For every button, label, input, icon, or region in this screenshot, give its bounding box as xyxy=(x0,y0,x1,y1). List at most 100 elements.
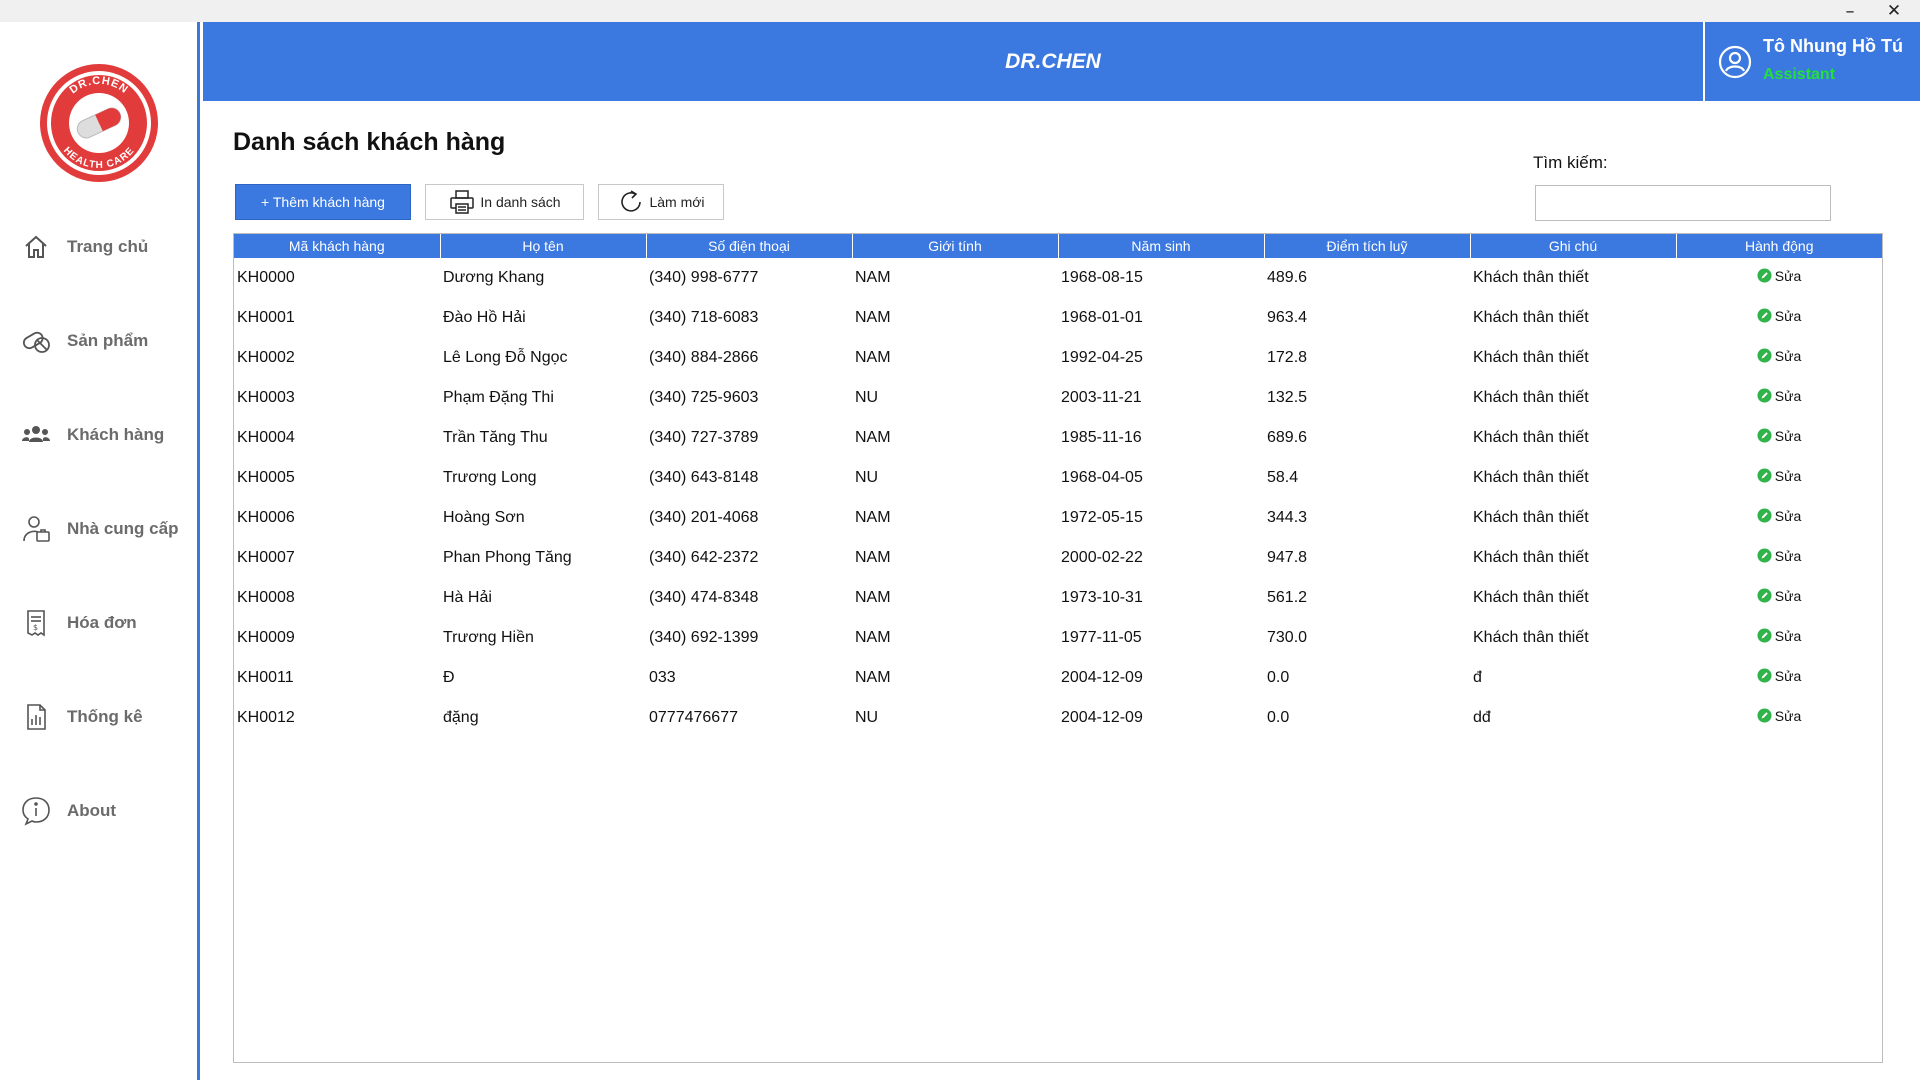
edit-icon xyxy=(1757,268,1772,283)
cell-phone: (340) 884-2866 xyxy=(649,349,759,366)
sidebar-item-home[interactable]: Trang chủ xyxy=(18,227,198,267)
table-row[interactable]: KH0011 Đ 033 NAM 2004-12-09 0.0 đ Sửa xyxy=(234,658,1882,698)
edit-button[interactable]: Sửa xyxy=(1757,428,1801,444)
cell-full-name: Trương Long xyxy=(443,469,537,486)
col-full-name-header[interactable]: Họ tên xyxy=(440,234,647,258)
edit-button[interactable]: Sửa xyxy=(1757,588,1801,604)
col-action-header[interactable]: Hành động xyxy=(1676,234,1882,258)
sidebar-item-label: About xyxy=(67,801,117,820)
sidebar-item-about[interactable]: About xyxy=(18,791,198,831)
cell-gender: NAM xyxy=(855,429,891,446)
edit-button[interactable]: Sửa xyxy=(1757,667,1802,684)
user-icon xyxy=(1718,45,1752,79)
user-panel[interactable]: Tô Nhung Hồ Tú Assistant xyxy=(1703,22,1920,101)
col-points-header[interactable]: Điểm tích luỹ xyxy=(1264,234,1471,258)
cell-full-name: Lê Long Đỗ Ngọc xyxy=(443,349,568,366)
edit-button[interactable]: Sửa xyxy=(1757,387,1802,404)
table-row[interactable]: KH0000 Dương Khang (340) 998-6777 NAM 1968-0… xyxy=(234,258,1882,298)
cell-note: dđ xyxy=(1473,709,1491,726)
cell-customer-id: KH0009 xyxy=(237,629,295,646)
table-row[interactable]: KH0004 Trần Tăng Thu (340) 727-3789 NAM 1985… xyxy=(234,418,1882,458)
cell-phone: 0777476677 xyxy=(649,709,738,726)
search-input[interactable] xyxy=(1535,185,1831,221)
cell-points: 489.6 xyxy=(1267,269,1308,286)
edit-icon xyxy=(1757,388,1772,403)
table-row[interactable]: KH0002 Lê Long Đỗ Ngọc (340) 884-2866 NAM 19… xyxy=(234,338,1882,378)
sidebar-item-customers[interactable]: Khách hàng xyxy=(18,415,198,455)
cell-gender: NU xyxy=(855,389,879,406)
refresh-button[interactable]: Làm mới xyxy=(598,184,724,220)
col-birth-date-header[interactable]: Năm sinh xyxy=(1058,234,1265,258)
cell-gender: NAM xyxy=(855,349,891,366)
col-customer-id-header[interactable]: Mã khách hàng xyxy=(234,234,441,258)
col-note-header[interactable]: Ghi chú xyxy=(1470,234,1677,258)
edit-button[interactable]: Sửa xyxy=(1757,468,1801,484)
cell-phone: (340) 201-4068 xyxy=(649,509,759,526)
close-button[interactable]: ✕ xyxy=(1872,0,1916,22)
cell-full-name: Phạm Đặng Thi xyxy=(443,389,554,406)
table-row[interactable]: KH0008 Hà Hải (340) 474-8348 NAM 1973-10-31 5… xyxy=(234,578,1882,618)
cell-note: Khách thân thiết xyxy=(1473,269,1589,286)
print-list-button[interactable]: In danh sách xyxy=(425,184,584,220)
cell-phone: (340) 727-3789 xyxy=(649,429,759,446)
cell-customer-id: KH0003 xyxy=(237,389,295,406)
sidebar: DR.CHEN HEALTH CARE Trang chủ Sản phẩm K… xyxy=(0,22,200,1080)
cell-action: Sửa xyxy=(1676,418,1882,458)
table-row[interactable]: KH0007 Phan Phong Tăng (340) 642-2372 NAM 20… xyxy=(234,538,1882,578)
cell-points: 730.0 xyxy=(1267,629,1308,646)
edit-label: Sửa xyxy=(1774,307,1802,324)
edit-label: Sửa xyxy=(1774,267,1802,284)
table-row[interactable]: KH0009 Trương Hiền (340) 692-1399 NAM 1977-1… xyxy=(234,618,1882,658)
add-customer-label: + Thêm khách hàng xyxy=(261,194,385,210)
page-title: Danh sách khách hàng xyxy=(233,128,506,156)
cell-note: Khách thân thiết xyxy=(1473,429,1589,446)
cell-points: 172.8 xyxy=(1267,349,1308,366)
cell-gender: NU xyxy=(855,469,879,486)
home-icon xyxy=(18,229,54,265)
sidebar-item-label: Khách hàng xyxy=(67,425,165,444)
add-customer-button[interactable]: + Thêm khách hàng xyxy=(235,184,411,220)
cell-customer-id: KH0008 xyxy=(237,589,295,606)
cell-phone: (340) 643-8148 xyxy=(649,469,759,486)
table-row[interactable]: KH0003 Phạm Đặng Thi (340) 725-9603 NU 2003-… xyxy=(234,378,1882,418)
edit-label: Sửa xyxy=(1774,387,1802,404)
sidebar-item-products[interactable]: Sản phẩm xyxy=(18,321,198,361)
header-bar: DR.CHEN xyxy=(203,22,1920,101)
minimize-button[interactable]: – xyxy=(1828,0,1872,22)
cell-note: Khách thân thiết xyxy=(1473,629,1589,646)
cell-birth-date: 1972-05-15 xyxy=(1061,509,1143,526)
cell-full-name: Trần Tăng Thu xyxy=(443,429,548,446)
cell-birth-date: 1985-11-16 xyxy=(1061,429,1142,446)
edit-label: Sửa xyxy=(1774,667,1802,684)
cell-points: 132.5 xyxy=(1267,389,1308,406)
sidebar-item-label: Nhà cung cấp xyxy=(67,519,179,538)
table-row[interactable]: KH0006 Hoàng Sơn (340) 201-4068 NAM 1972-05-… xyxy=(234,498,1882,538)
sidebar-item-statistics[interactable]: Thống kê xyxy=(18,697,198,737)
cell-birth-date: 1977-11-05 xyxy=(1061,629,1142,646)
edit-button[interactable]: Sửa xyxy=(1757,508,1801,524)
col-phone-header[interactable]: Số điện thoại xyxy=(646,234,853,258)
cell-full-name: Hà Hải xyxy=(443,589,492,606)
edit-button[interactable]: Sửa xyxy=(1757,267,1802,284)
cell-note: đ xyxy=(1473,669,1482,686)
sidebar-item-suppliers[interactable]: Nhà cung cấp xyxy=(18,509,198,549)
edit-button[interactable]: Sửa xyxy=(1757,708,1801,724)
cell-birth-date: 1968-04-05 xyxy=(1061,469,1143,486)
edit-button[interactable]: Sửa xyxy=(1757,628,1801,644)
col-gender-header[interactable]: Giới tính xyxy=(852,234,1059,258)
cell-note: Khách thân thiết xyxy=(1473,589,1589,606)
table-row[interactable]: KH0001 Đào Hồ Hải (340) 718-6083 NAM 1968-01… xyxy=(234,298,1882,338)
edit-button[interactable]: Sửa xyxy=(1757,307,1802,324)
cell-action: Sửa xyxy=(1676,698,1882,738)
table-row[interactable]: KH0012 đặng 0777476677 NU 2004-12-09 0.0 dđ Sửa xyxy=(234,698,1882,738)
sidebar-item-invoices[interactable]: $ Hóa đơn xyxy=(18,603,198,643)
user-role: Assistant xyxy=(1763,66,1836,83)
edit-button[interactable]: Sửa xyxy=(1757,548,1801,564)
cell-full-name: đặng xyxy=(443,709,479,726)
table-row[interactable]: KH0005 Trương Long (340) 643-8148 NU 1968-04… xyxy=(234,458,1882,498)
cell-action: Sửa xyxy=(1676,578,1882,618)
cell-phone: (340) 642-2372 xyxy=(649,549,759,566)
app-title: DR.CHEN xyxy=(1005,50,1101,73)
cell-customer-id: KH0001 xyxy=(237,309,295,326)
edit-button[interactable]: Sửa xyxy=(1757,348,1801,364)
